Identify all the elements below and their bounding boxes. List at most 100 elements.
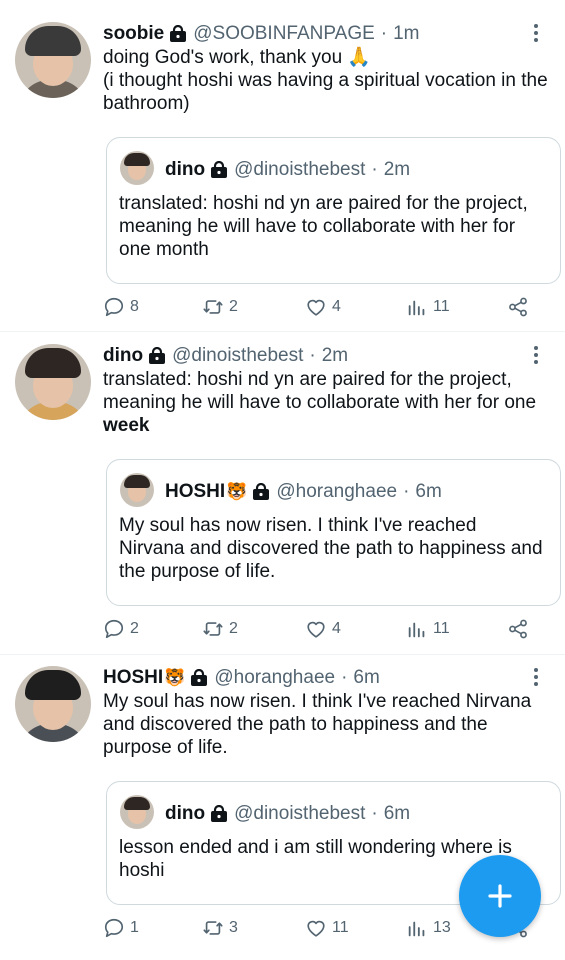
tweet-actions: 2 2 4 11 (103, 616, 533, 642)
timestamp[interactable]: 6m (353, 667, 379, 689)
reply-icon (103, 618, 125, 640)
views-button[interactable]: 13 (406, 915, 451, 941)
more-options-icon[interactable] (533, 346, 539, 366)
share-button[interactable] (507, 294, 534, 320)
tweet-text-plain: translated: hoshi nd yn are paired for t… (103, 369, 542, 413)
retweet-button[interactable]: 2 (202, 616, 238, 642)
more-options-icon[interactable] (533, 668, 539, 688)
quoted-tweet-header: dino @dinoisthebest · 6m (165, 802, 410, 826)
reply-icon (103, 296, 125, 318)
views-icon (406, 917, 428, 939)
lock-icon (252, 483, 270, 500)
more-options-icon[interactable] (533, 24, 539, 44)
quoted-tweet-text: My soul has now risen. I think I've reac… (119, 515, 543, 582)
display-name: HOSHI (165, 481, 226, 502)
view-count: 11 (433, 620, 450, 637)
timestamp: 6m (415, 481, 442, 502)
avatar (120, 151, 154, 185)
user-handle: @horanghaee (276, 481, 398, 502)
like-button[interactable]: 4 (305, 616, 341, 642)
lock-icon (210, 805, 228, 822)
display-name[interactable]: soobie (103, 23, 164, 45)
tweet-text: My soul has now risen. I think I've reac… (103, 691, 537, 758)
display-name: dino (165, 803, 206, 824)
view-count: 13 (433, 919, 451, 936)
separator-dot: · (309, 345, 316, 366)
share-icon (507, 296, 529, 318)
tweet[interactable]: dino @dinoisthebest · 2m translated: hos… (0, 322, 565, 652)
quoted-tweet-header: dino @dinoisthebest · 2m (165, 158, 410, 182)
plus-icon (488, 884, 512, 908)
quoted-tweet-text: translated: hoshi nd yn are paired for t… (119, 193, 528, 260)
reply-count: 1 (130, 919, 139, 936)
avatar[interactable] (15, 344, 91, 420)
retweet-button[interactable]: 2 (202, 294, 238, 320)
reply-button[interactable]: 8 (103, 294, 139, 320)
tweet-text: translated: hoshi nd yn are paired for t… (103, 368, 548, 437)
tweet-text-bold: week (103, 415, 150, 436)
share-button[interactable] (507, 616, 534, 642)
tweet-header: dino @dinoisthebest · 2m (103, 344, 348, 368)
tiger-emoji: 🐯 (226, 482, 248, 501)
display-name: dino (165, 159, 206, 180)
like-count: 4 (332, 298, 341, 315)
retweet-icon (202, 296, 224, 318)
avatar[interactable] (15, 666, 91, 742)
heart-icon (305, 618, 327, 640)
like-count: 11 (332, 919, 349, 936)
reply-count: 2 (130, 620, 139, 637)
timestamp[interactable]: 2m (322, 345, 348, 367)
views-icon (406, 296, 428, 318)
view-count: 11 (433, 298, 450, 315)
quoted-tweet[interactable]: dino @dinoisthebest · 2m translated: hos… (106, 137, 561, 284)
share-icon (507, 618, 529, 640)
compose-tweet-button[interactable] (459, 855, 541, 937)
like-button[interactable]: 11 (305, 915, 349, 941)
like-count: 4 (332, 620, 341, 637)
retweet-count: 2 (229, 298, 238, 315)
separator-dot: · (341, 667, 348, 688)
avatar[interactable] (15, 22, 91, 98)
views-icon (406, 618, 428, 640)
retweet-button[interactable]: 3 (202, 915, 238, 941)
separator-dot: · (380, 23, 388, 44)
user-handle[interactable]: @SOOBINFANPAGE (193, 23, 375, 45)
timestamp: 2m (383, 159, 411, 180)
reply-count: 8 (130, 298, 139, 315)
user-handle: @dinoisthebest (234, 159, 366, 180)
retweet-icon (202, 618, 224, 640)
lock-icon (148, 347, 166, 364)
views-button[interactable]: 11 (406, 616, 450, 642)
user-handle: @dinoisthebest (234, 803, 366, 824)
quoted-tweet-header: HOSHI 🐯 @horanghaee · 6m (165, 480, 442, 504)
tweet-header: HOSHI 🐯 @horanghaee · 6m (103, 666, 380, 690)
heart-icon (305, 917, 327, 939)
quoted-tweet[interactable]: HOSHI 🐯 @horanghaee · 6m My soul has now… (106, 459, 561, 606)
reply-icon (103, 917, 125, 939)
user-handle[interactable]: @horanghaee (214, 667, 335, 689)
tiger-emoji: 🐯 (164, 668, 186, 687)
heart-icon (305, 296, 327, 318)
separator-dot: · (371, 159, 378, 180)
display-name[interactable]: HOSHI (103, 667, 163, 689)
retweet-icon (202, 917, 224, 939)
tweet-text: doing God's work, thank you 🙏 (i thought… (103, 47, 548, 114)
reply-button[interactable]: 1 (103, 915, 139, 941)
timestamp: 6m (383, 803, 411, 824)
user-handle[interactable]: @dinoisthebest (172, 345, 303, 367)
views-button[interactable]: 11 (406, 294, 450, 320)
retweet-count: 2 (229, 620, 238, 637)
avatar (120, 795, 154, 829)
tweet-header: soobie @SOOBINFANPAGE · 1m (103, 22, 420, 46)
separator-dot: · (371, 803, 378, 824)
timestamp[interactable]: 1m (393, 23, 419, 45)
reply-button[interactable]: 2 (103, 616, 139, 642)
lock-icon (210, 161, 228, 178)
lock-icon (190, 669, 208, 686)
display-name[interactable]: dino (103, 345, 143, 367)
retweet-count: 3 (229, 919, 238, 936)
tweet-actions: 8 2 4 11 (103, 294, 533, 320)
tweet[interactable]: soobie @SOOBINFANPAGE · 1m doing God's w… (0, 0, 565, 330)
lock-icon (169, 25, 187, 42)
like-button[interactable]: 4 (305, 294, 341, 320)
